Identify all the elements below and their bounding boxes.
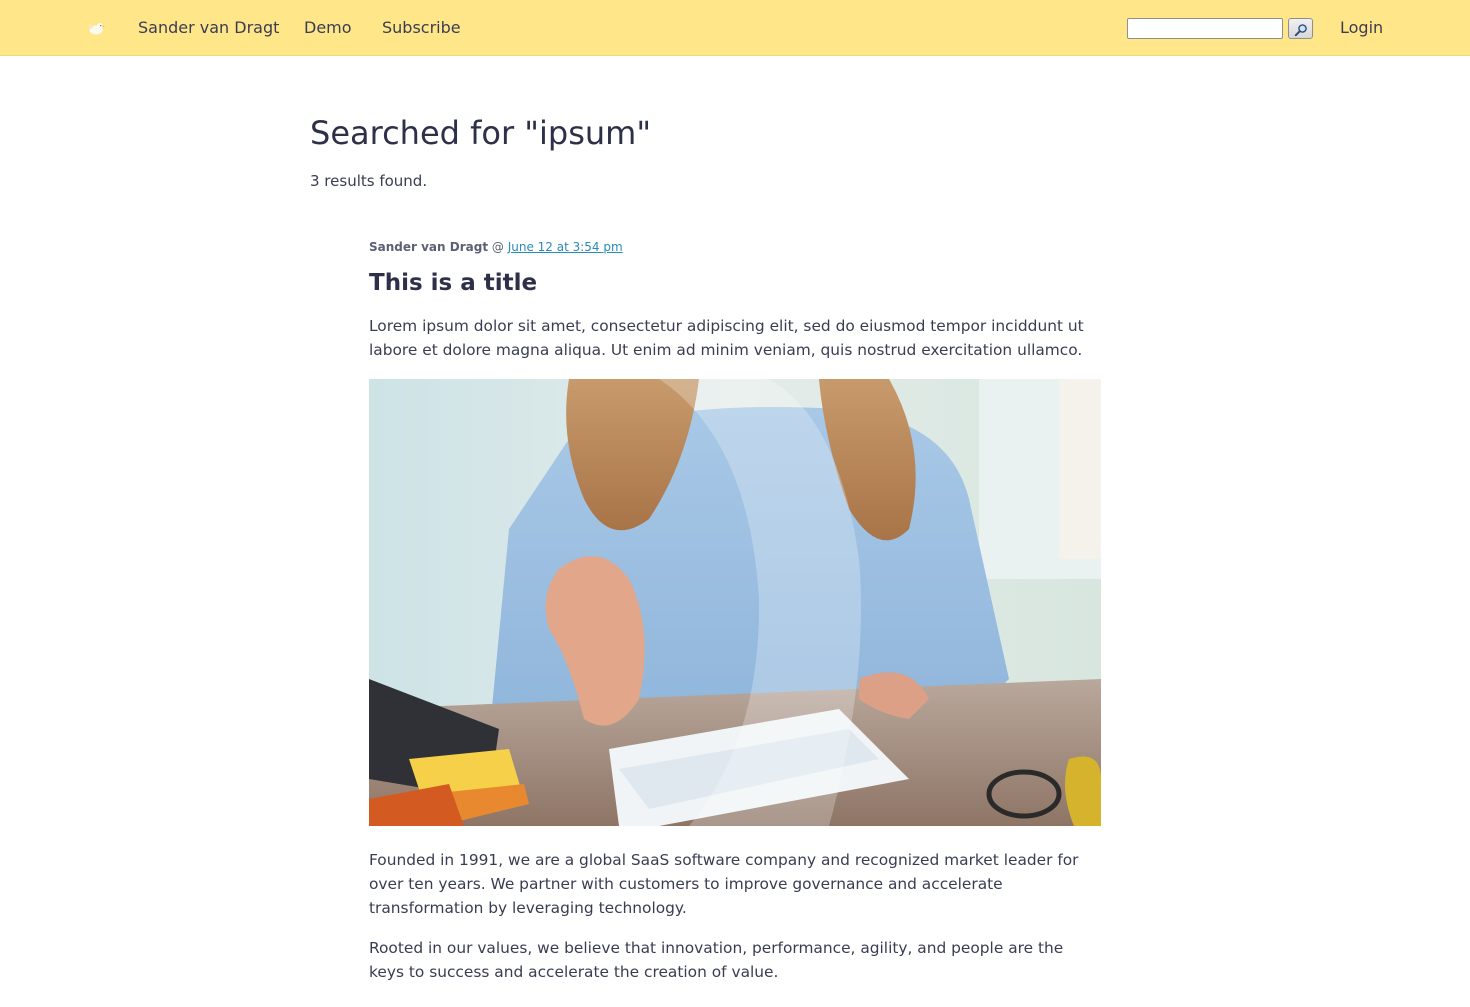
search-result-post: Sander van Dragt @ June 12 at 3:54 pm Th… <box>369 238 1101 984</box>
post-meta-separator: @ <box>491 240 504 254</box>
post-paragraph-values: Rooted in our values, we believe that in… <box>369 939 1064 981</box>
post-title: This is a title <box>369 270 538 296</box>
top-navigation-bar: Sander van Dragt Demo Subscribe Login <box>0 0 1470 56</box>
post-intro-paragraph: Lorem ipsum dolor sit amet, consectetur … <box>369 317 1084 359</box>
magnifier-icon <box>1294 23 1307 36</box>
page-title: Searched for "ipsum" <box>310 114 652 152</box>
nav-link-subscribe[interactable]: Subscribe <box>382 17 461 39</box>
bird-logo-icon[interactable] <box>86 18 106 38</box>
post-paragraph-founded: Founded in 1991, we are a global SaaS so… <box>369 851 1079 917</box>
nav-link-home[interactable]: Sander van Dragt <box>138 17 279 39</box>
post-author: Sander van Dragt <box>369 240 489 254</box>
photo-woman-handshake-office <box>369 379 1101 826</box>
login-link[interactable]: Login <box>1340 17 1383 39</box>
results-count: 3 results found. <box>310 172 428 190</box>
search-button[interactable] <box>1288 18 1313 39</box>
search-input[interactable] <box>1127 18 1283 39</box>
post-date-link[interactable]: June 12 at 3:54 pm <box>508 240 623 254</box>
nav-link-demo[interactable]: Demo <box>304 17 352 39</box>
post-meta: Sander van Dragt @ June 12 at 3:54 pm <box>369 238 1101 256</box>
